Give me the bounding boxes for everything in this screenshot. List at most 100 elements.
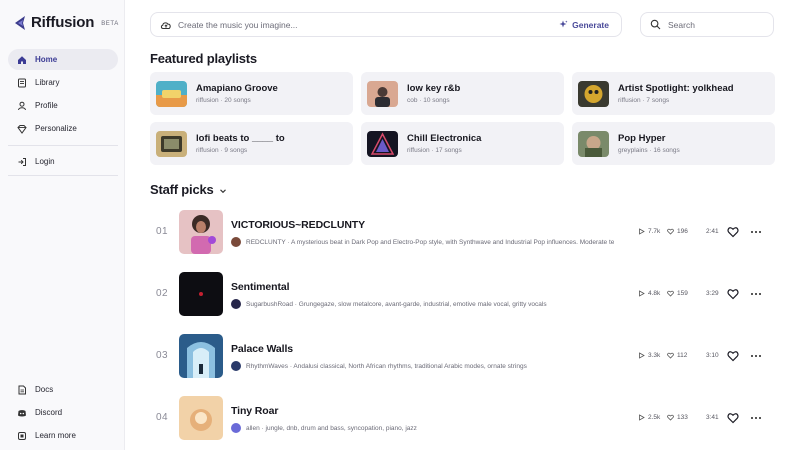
personalize-icon xyxy=(17,124,27,134)
sidebar-item-label: Home xyxy=(35,55,58,64)
play-icon xyxy=(639,414,645,421)
like-count-icon xyxy=(667,290,674,297)
artist-avatar[interactable] xyxy=(231,237,241,247)
track-title[interactable]: VICTORIOUS~REDCLUNTY xyxy=(231,219,365,231)
sidebar-item-docs[interactable]: Docs xyxy=(8,379,118,400)
learn-more-icon xyxy=(18,431,26,440)
play-icon xyxy=(639,290,645,297)
beta-badge: BETA xyxy=(101,20,119,27)
discord-icon xyxy=(18,409,26,416)
track-cover xyxy=(179,334,223,378)
playlist-meta: riffusion · 7 songs xyxy=(618,97,670,104)
play-icon xyxy=(639,228,645,235)
sidebar-item-library[interactable]: Library xyxy=(8,72,118,93)
create-bar: Generate xyxy=(150,12,622,37)
track-row[interactable]: 01 VICTORIOUS~REDCLUNTY REDCLUNTY · A my… xyxy=(150,202,774,264)
playlist-cover xyxy=(156,80,187,107)
like-count-icon xyxy=(667,414,674,421)
artist-avatar[interactable] xyxy=(231,361,241,371)
track-title[interactable]: Tiny Roar xyxy=(231,405,278,417)
artist-avatar[interactable] xyxy=(231,423,241,433)
heart-icon[interactable] xyxy=(727,350,739,362)
playlist-cover xyxy=(367,130,398,157)
track-stats: 4.8k 159 3:29 xyxy=(638,290,736,297)
heart-icon[interactable] xyxy=(727,226,739,238)
playlist-card[interactable]: low key r&b cob · 10 songs xyxy=(361,72,564,115)
more-options-icon[interactable] xyxy=(750,288,762,300)
sidebar-item-discord[interactable]: Discord xyxy=(8,402,118,423)
like-count-icon xyxy=(667,352,674,359)
heart-icon[interactable] xyxy=(727,288,739,300)
playlist-meta: greyplains · 16 songs xyxy=(618,147,680,154)
search-input[interactable] xyxy=(668,19,768,30)
playlist-card[interactable]: lofi beats to ____ to riffusion · 9 song… xyxy=(150,122,353,165)
playlist-meta: riffusion · 17 songs xyxy=(407,147,462,154)
play-count: 4.8k xyxy=(648,290,661,297)
featured-playlists-grid: Amapiano Groove riffusion · 20 songs low… xyxy=(150,72,775,165)
play-count: 7.7k xyxy=(648,228,661,235)
track-description: REDCLUNTY · A mysterious beat in Dark Po… xyxy=(246,238,615,246)
playlist-card[interactable]: Amapiano Groove riffusion · 20 songs xyxy=(150,72,353,115)
app-name: Riffusion xyxy=(31,14,95,31)
track-title[interactable]: Sentimental xyxy=(231,281,290,293)
more-options-icon[interactable] xyxy=(750,412,762,424)
create-prompt-input[interactable] xyxy=(178,19,560,30)
profile-icon xyxy=(18,101,26,110)
more-options-icon[interactable] xyxy=(750,350,762,362)
bottom-nav: Docs Discord Learn more xyxy=(8,379,118,448)
playlist-name: Amapiano Groove xyxy=(196,83,278,94)
sidebar-item-personalize[interactable]: Personalize xyxy=(8,118,118,139)
like-count: 159 xyxy=(677,290,688,297)
sidebar-item-label: Profile xyxy=(35,101,58,110)
sparkle-icon xyxy=(559,20,568,28)
like-count: 133 xyxy=(677,414,688,421)
playlist-card[interactable]: Chill Electronica riffusion · 17 songs xyxy=(361,122,564,165)
heart-icon[interactable] xyxy=(727,412,739,424)
playlist-card[interactable]: Artist Spotlight: yolkhead riffusion · 7… xyxy=(572,72,775,115)
generate-button[interactable]: Generate xyxy=(559,20,609,30)
sidebar-item-label: Login xyxy=(35,157,55,166)
track-number: 03 xyxy=(156,350,169,361)
staff-picks-heading[interactable]: Staff picks xyxy=(150,182,227,197)
track-cover xyxy=(179,396,223,440)
track-stats: 3.3k 112 3:10 xyxy=(638,352,736,359)
riffusion-logo-icon xyxy=(15,15,25,30)
search-bar xyxy=(640,12,774,37)
track-stats: 2.5k 133 3:41 xyxy=(638,414,736,421)
track-number: 02 xyxy=(156,288,169,299)
sidebar-item-label: Learn more xyxy=(35,431,76,440)
staff-picks-title: Staff picks xyxy=(150,182,214,197)
more-options-icon[interactable] xyxy=(750,226,762,238)
playlist-meta: riffusion · 9 songs xyxy=(196,147,248,154)
playlist-name: lofi beats to ____ to xyxy=(196,133,285,144)
playlist-cover xyxy=(367,80,398,107)
sidebar-item-home[interactable]: Home xyxy=(8,49,118,70)
playlist-meta: cob · 10 songs xyxy=(407,97,450,104)
track-number: 01 xyxy=(156,226,169,237)
playlist-cover xyxy=(578,130,609,157)
sidebar-divider xyxy=(8,145,118,146)
track-row[interactable]: 03 Palace Walls RhythmWaves · Andalusi c… xyxy=(150,326,774,388)
sidebar-divider xyxy=(8,175,118,176)
cloud-upload-icon[interactable] xyxy=(160,19,172,31)
track-cover xyxy=(179,210,223,254)
track-title[interactable]: Palace Walls xyxy=(231,343,293,355)
login-icon xyxy=(18,157,26,166)
playlist-cover xyxy=(156,130,187,157)
playlist-card[interactable]: Pop Hyper greyplains · 16 songs xyxy=(572,122,775,165)
track-number: 04 xyxy=(156,412,169,423)
sidebar-item-learn-more[interactable]: Learn more xyxy=(8,425,118,446)
sidebar-item-login[interactable]: Login xyxy=(8,151,118,172)
sidebar-item-profile[interactable]: Profile xyxy=(8,95,118,116)
playlist-meta: riffusion · 20 songs xyxy=(196,97,251,104)
track-description: RhythmWaves · Andalusi classical, North … xyxy=(246,362,527,370)
track-row[interactable]: 02 Sentimental SugarbushRoad · Grungegaz… xyxy=(150,264,774,326)
sidebar-item-label: Library xyxy=(35,78,60,87)
track-stats: 7.7k 196 2:41 xyxy=(638,228,736,235)
sidebar-item-label: Discord xyxy=(35,408,63,417)
artist-avatar[interactable] xyxy=(231,299,241,309)
track-row[interactable]: 04 Tiny Roar allen · jungle, dnb, drum a… xyxy=(150,388,774,450)
app-logo[interactable]: Riffusion BETA xyxy=(14,14,119,31)
playlist-name: low key r&b xyxy=(407,83,461,94)
search-icon xyxy=(650,19,661,30)
